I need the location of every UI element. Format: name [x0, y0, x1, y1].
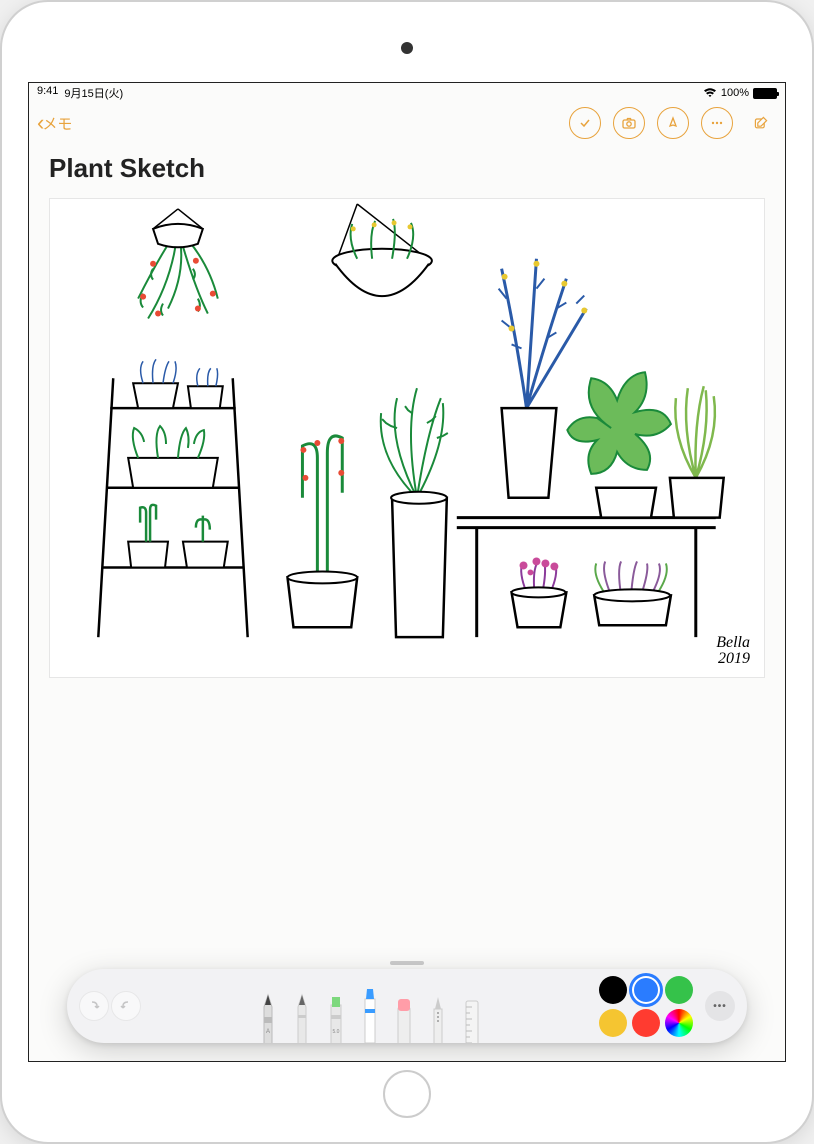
- lasso-icon: [426, 993, 450, 1043]
- color-picker-button[interactable]: [665, 1009, 693, 1037]
- screen: 9:41 9月15日(火) 100% ‹ メモ: [28, 82, 786, 1062]
- front-camera: [401, 42, 413, 54]
- plant-sketch-drawing: [50, 199, 764, 677]
- redo-button[interactable]: [111, 991, 141, 1021]
- color-palette: [599, 976, 693, 1037]
- marker-tool[interactable]: [358, 985, 382, 1043]
- note-content[interactable]: Plant Sketch: [29, 143, 785, 1061]
- pen-icon: A: [256, 993, 280, 1043]
- undo-button[interactable]: [79, 991, 109, 1021]
- redo-icon: [119, 999, 133, 1013]
- eraser-icon: [392, 993, 416, 1043]
- wifi-icon: [703, 88, 717, 98]
- drawing-tools: A 5.0: [147, 969, 593, 1043]
- note-title: Plant Sketch: [49, 153, 765, 184]
- back-button[interactable]: ‹ メモ: [37, 112, 72, 134]
- signature-name: Bella: [716, 634, 750, 651]
- ellipsis-icon: •••: [713, 1001, 727, 1012]
- eraser-tool[interactable]: [392, 993, 416, 1043]
- camera-icon: [621, 115, 637, 131]
- svg-text:5.0: 5.0: [333, 1029, 340, 1035]
- marker-icon: [358, 985, 382, 1043]
- back-label: メモ: [42, 113, 72, 134]
- color-blue[interactable]: [632, 976, 660, 1004]
- highlighter-icon: 5.0: [324, 993, 348, 1043]
- undo-icon: [87, 999, 101, 1013]
- ruler-tool[interactable]: [460, 993, 484, 1043]
- markup-toolbar: A 5.0: [67, 969, 747, 1043]
- battery-percentage: 100%: [721, 87, 749, 99]
- lasso-tool[interactable]: [426, 993, 450, 1043]
- battery-icon: [753, 88, 777, 99]
- checkmark-icon: [577, 115, 593, 131]
- status-date: 9月15日(火): [64, 85, 123, 101]
- color-black[interactable]: [599, 976, 627, 1004]
- camera-button[interactable]: [613, 107, 645, 139]
- highlighter-tool[interactable]: 5.0: [324, 993, 348, 1043]
- home-button[interactable]: [383, 1070, 431, 1118]
- color-red[interactable]: [632, 1009, 660, 1037]
- sketch-attachment[interactable]: Bella 2019: [49, 198, 765, 678]
- color-yellow[interactable]: [599, 1009, 627, 1037]
- pencil-tool[interactable]: [290, 993, 314, 1043]
- compose-button[interactable]: [745, 107, 777, 139]
- svg-text:A: A: [266, 1029, 270, 1035]
- status-bar: 9:41 9月15日(火) 100%: [29, 83, 785, 103]
- compose-icon: [753, 115, 769, 131]
- sketch-signature: Bella 2019: [716, 635, 750, 667]
- markup-toolbar-container: A 5.0: [67, 961, 747, 1043]
- ipad-device-frame: 9:41 9月15日(火) 100% ‹ メモ: [0, 0, 814, 1144]
- checklist-button[interactable]: [569, 107, 601, 139]
- ruler-icon: [460, 993, 484, 1043]
- pencil-tip-icon: [665, 115, 681, 131]
- color-green[interactable]: [665, 976, 693, 1004]
- pen-tool[interactable]: A: [256, 993, 280, 1043]
- pencil-icon: [290, 993, 314, 1043]
- status-time: 9:41: [37, 85, 58, 101]
- toolbar-more-button[interactable]: •••: [705, 991, 735, 1021]
- signature-year: 2019: [718, 650, 750, 667]
- markup-button[interactable]: [657, 107, 689, 139]
- more-button[interactable]: [701, 107, 733, 139]
- ellipsis-icon: [709, 115, 725, 131]
- navigation-bar: ‹ メモ: [29, 103, 785, 143]
- toolbar-grab-handle[interactable]: [390, 961, 424, 965]
